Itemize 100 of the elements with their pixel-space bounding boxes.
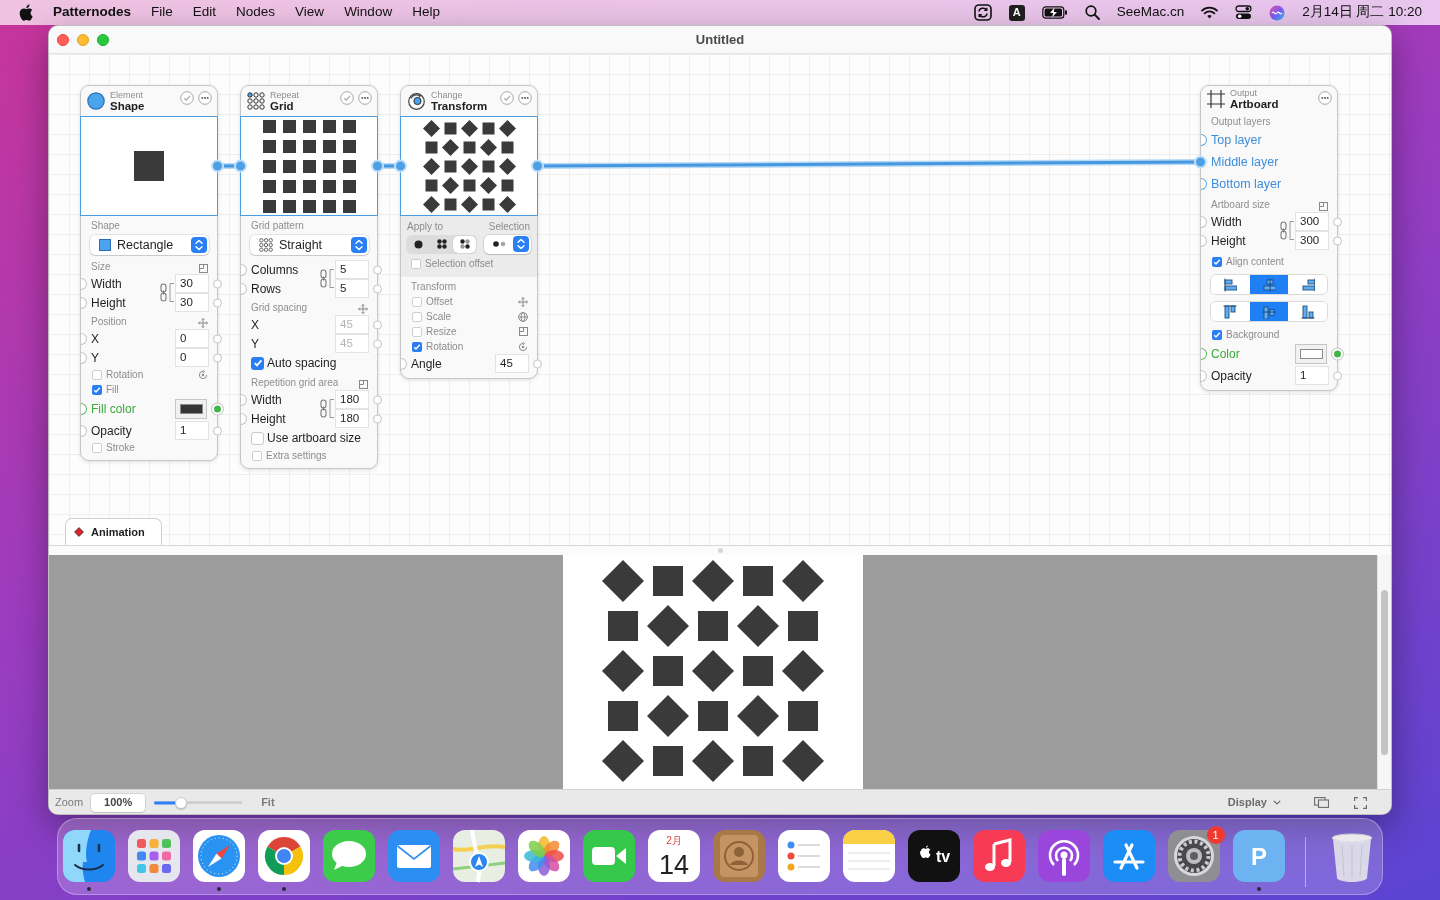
input-port-icon[interactable] [81,403,87,415]
number-field[interactable]: 1 [175,421,209,440]
output-port-icon[interactable] [213,353,222,362]
resize-icon[interactable] [199,264,208,273]
input-port-icon[interactable] [1201,178,1207,190]
zoom-button[interactable] [97,33,109,46]
account-name[interactable]: SeeMac.cn [1116,2,1185,23]
checkbox[interactable] [92,384,102,395]
number-field[interactable]: 180 [335,409,369,428]
output-port-icon[interactable] [213,279,222,288]
input-port-icon[interactable] [1201,134,1207,146]
more-button[interactable] [1318,91,1332,105]
output-port-icon[interactable] [371,159,384,173]
input-port-icon[interactable] [1201,215,1207,228]
checkbox[interactable] [1212,256,1222,267]
move-icon[interactable] [518,296,528,307]
zoom-field[interactable]: 100% [91,793,146,812]
output-port-icon[interactable] [373,320,382,329]
menu-item[interactable]: View [295,2,325,23]
fullscreen-icon[interactable] [1354,796,1367,809]
output-port-icon[interactable] [533,359,542,368]
input-port-icon[interactable] [241,412,247,425]
wifi-icon[interactable] [1201,6,1219,19]
number-field[interactable]: 0 [175,348,209,367]
output-port-icon[interactable] [1333,371,1342,380]
input-port-icon[interactable] [1201,348,1207,360]
input-port-icon[interactable] [1201,234,1207,247]
display-button[interactable]: Display [1227,794,1281,811]
color-well[interactable] [1295,344,1327,364]
move-icon[interactable] [358,304,368,314]
number-field[interactable]: 45 [495,354,529,373]
link-icon[interactable] [320,268,334,289]
toggles-icon[interactable] [1235,5,1253,20]
battery-charging-icon[interactable] [1041,6,1068,19]
sync-icon[interactable] [973,4,992,21]
selection-dropdown[interactable] [484,234,531,254]
input-port-icon[interactable] [81,296,87,309]
checkbox[interactable] [411,259,421,269]
split-handle[interactable] [717,548,723,553]
dock-item[interactable] [61,829,116,891]
input-port-icon[interactable] [1201,369,1207,382]
checkmark-button[interactable] [500,91,514,105]
animation-tab[interactable]: Animation [65,518,162,545]
output-port-icon[interactable] [213,298,222,307]
checkbox[interactable] [1212,329,1222,340]
color-well[interactable] [175,399,207,419]
link-icon[interactable] [160,282,174,303]
checkbox[interactable] [412,296,422,307]
input-port-icon[interactable] [241,393,247,406]
dock-item[interactable] [256,829,311,891]
number-field[interactable]: 5 [335,279,369,298]
input-port-icon[interactable] [241,263,247,276]
align-button[interactable] [1249,275,1289,294]
menu-item[interactable]: Help [412,2,440,23]
more-button[interactable] [198,91,212,105]
checkbox[interactable] [251,431,264,445]
clock[interactable]: 2月14日 周二 10:20 [1302,2,1422,23]
output-port-icon[interactable] [373,414,382,423]
output-port-icon[interactable] [373,265,382,274]
checkbox[interactable] [412,311,422,322]
input-port-icon[interactable] [81,332,87,345]
output-port-icon[interactable] [531,159,544,173]
dropdown-select[interactable]: Straight [250,235,369,255]
zoom-slider-thumb[interactable] [174,796,187,809]
number-field[interactable]: 30 [175,293,209,312]
more-button[interactable] [518,91,532,105]
checkbox[interactable] [412,341,422,352]
checkbox[interactable] [412,326,422,337]
menu-item[interactable]: File [151,2,173,23]
checkbox[interactable] [252,450,262,461]
number-field[interactable]: 1 [1295,366,1329,385]
checkbox[interactable] [92,369,102,380]
number-field[interactable]: 5 [335,260,369,279]
minimize-button[interactable] [77,33,89,46]
connected-port-icon[interactable] [1194,155,1207,169]
checkmark-button[interactable] [340,91,354,105]
spotlight-search-icon[interactable] [1084,5,1100,20]
move-icon[interactable] [198,318,208,328]
orb-icon[interactable] [1269,4,1286,21]
close-button[interactable] [57,33,69,46]
output-port-icon[interactable] [213,426,222,435]
apple-menu-icon[interactable] [19,4,33,21]
checkbox[interactable] [92,442,102,453]
output-port-icon[interactable] [1333,217,1342,226]
number-field[interactable]: 0 [175,329,209,348]
input-source-indicator[interactable]: A [1008,4,1025,21]
more-button[interactable] [358,91,372,105]
resize-icon[interactable] [1319,202,1328,211]
checkbox[interactable] [251,356,264,370]
number-field[interactable]: 300 [1295,212,1329,231]
scrollbar-thumb[interactable] [1381,590,1388,755]
menu-item[interactable]: Window [344,2,393,23]
input-port-icon[interactable] [81,424,87,437]
rotate-icon[interactable] [518,341,528,352]
link-icon[interactable] [1280,220,1294,241]
output-port-icon[interactable] [373,284,382,293]
resize-icon[interactable] [359,380,368,389]
app-menu[interactable]: Patternodes [53,2,132,23]
resize-icon[interactable] [519,327,528,336]
dropdown-select[interactable]: Rectangle [90,235,209,255]
